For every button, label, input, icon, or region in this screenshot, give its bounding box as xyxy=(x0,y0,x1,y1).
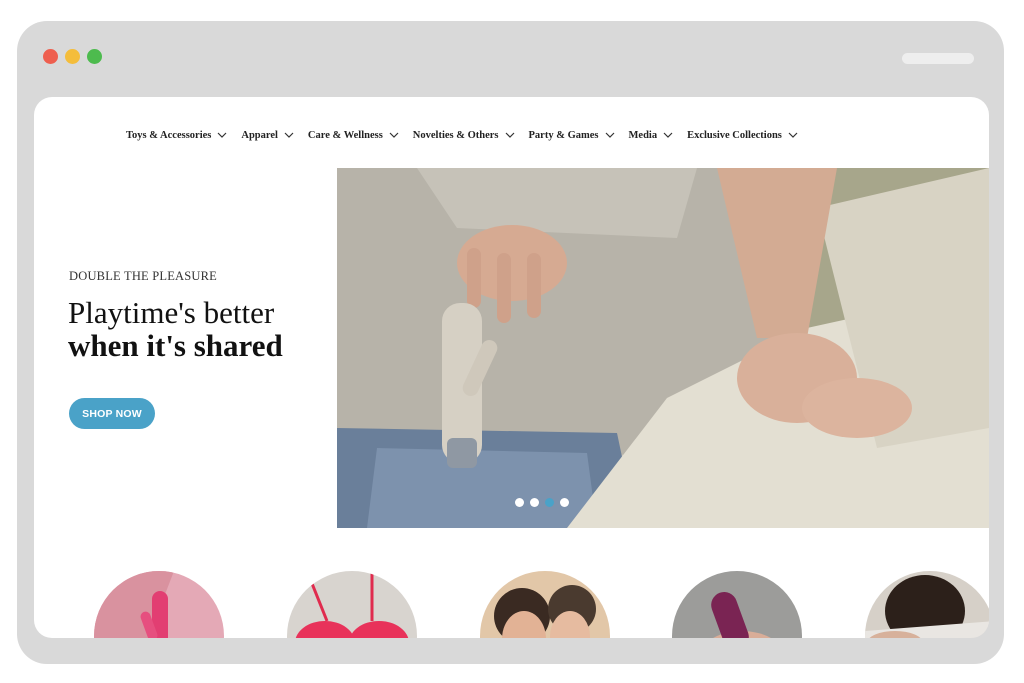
nav-item-novelties-others[interactable]: Novelties & Others xyxy=(413,130,515,141)
slider-pagination xyxy=(515,498,569,507)
chevron-down-icon xyxy=(663,131,673,139)
slide-dot-2[interactable] xyxy=(530,498,539,507)
slide-dot-4[interactable] xyxy=(560,498,569,507)
chevron-down-icon xyxy=(284,131,294,139)
slide-dot-1[interactable] xyxy=(515,498,524,507)
window-close-button[interactable] xyxy=(43,49,58,64)
hero-image[interactable] xyxy=(337,168,989,528)
address-bar[interactable] xyxy=(902,53,974,64)
nav-item-label: Party & Games xyxy=(528,129,599,141)
slide-dot-3[interactable] xyxy=(545,498,554,507)
nav-item-label: Novelties & Others xyxy=(412,129,499,141)
nav-item-care-wellness[interactable]: Care & Wellness xyxy=(308,130,399,141)
chevron-down-icon xyxy=(605,131,615,139)
category-novelties-image[interactable] xyxy=(672,571,802,638)
hero-headline-line2: when it's shared xyxy=(68,328,283,363)
nav-item-label: Apparel xyxy=(241,129,278,141)
nav-item-media[interactable]: Media xyxy=(629,130,674,141)
category-toys-image[interactable] xyxy=(94,571,224,638)
nav-item-label: Media xyxy=(628,129,658,141)
chevron-down-icon xyxy=(389,131,399,139)
nav-item-toys-accessories[interactable]: Toys & Accessories xyxy=(126,130,227,141)
chevron-down-icon xyxy=(788,131,798,139)
hero-eyebrow: DOUBLE THE PLEASURE xyxy=(69,269,218,283)
main-navigation: Toys & Accessories Apparel Care & Wellne… xyxy=(126,127,798,143)
nav-item-label: Exclusive Collections xyxy=(687,129,782,141)
chevron-down-icon xyxy=(217,131,227,139)
category-party-image[interactable] xyxy=(865,571,989,638)
nav-item-apparel[interactable]: Apparel xyxy=(241,130,294,141)
nav-item-party-games[interactable]: Party & Games xyxy=(529,130,615,141)
window-maximize-button[interactable] xyxy=(87,49,102,64)
nav-item-exclusive-collections[interactable]: Exclusive Collections xyxy=(687,130,798,141)
shop-now-button[interactable]: SHOP NOW xyxy=(69,398,155,429)
page-viewport: Toys & Accessories Apparel Care & Wellne… xyxy=(34,97,989,638)
category-care-image[interactable] xyxy=(480,571,610,638)
nav-item-label: Care & Wellness xyxy=(307,129,383,141)
hero-headline-line1: Playtime's better xyxy=(68,295,275,330)
window-minimize-button[interactable] xyxy=(65,49,80,64)
category-apparel-image[interactable] xyxy=(287,571,417,638)
nav-item-label: Toys & Accessories xyxy=(126,129,212,141)
chevron-down-icon xyxy=(505,131,515,139)
